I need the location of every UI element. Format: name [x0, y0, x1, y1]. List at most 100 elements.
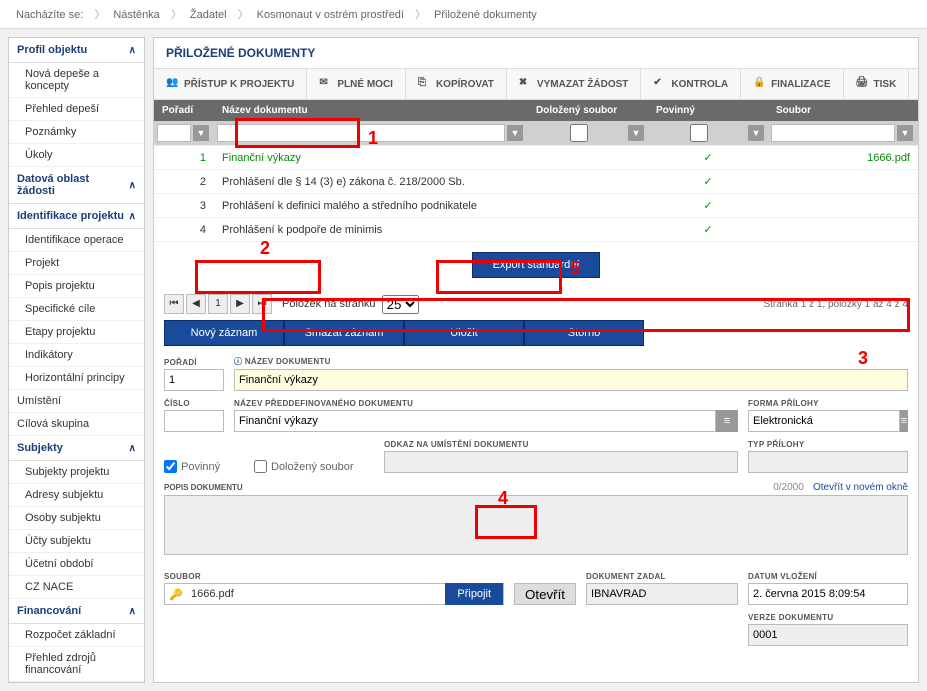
- sb-profil-objektu[interactable]: Profil objektu∧: [9, 38, 144, 63]
- sb-subjekty[interactable]: Subjekty∧: [9, 436, 144, 461]
- annotation-3: 3: [858, 348, 868, 369]
- sb-item[interactable]: Etapy projektu: [9, 321, 144, 344]
- sb-item[interactable]: Specifické cíle: [9, 298, 144, 321]
- sb-item[interactable]: Umístění: [9, 390, 144, 413]
- table-row[interactable]: 3 Prohlášení k definici malého a střední…: [154, 194, 918, 218]
- dolozeny-label: Doložený soubor: [271, 461, 354, 473]
- smazat-zaznam-button[interactable]: Smazat záznam: [284, 320, 404, 346]
- col-nazev[interactable]: Název dokumentu: [214, 100, 528, 121]
- list-icon[interactable]: ≡: [716, 410, 738, 432]
- sb-item[interactable]: Adresy subjektu: [9, 484, 144, 507]
- nazev-input[interactable]: [234, 369, 908, 391]
- filter-dolozeny[interactable]: [532, 124, 626, 142]
- sb-datova-oblast[interactable]: Datová oblast žádosti∧: [9, 167, 144, 204]
- tb-tisk[interactable]: 🖨TISK: [844, 69, 910, 99]
- table-row[interactable]: 1 Finanční výkazy ✓ 1666.pdf: [154, 146, 918, 170]
- chevron-up-icon: ∧: [129, 180, 136, 191]
- povinny-label: Povinný: [181, 461, 220, 473]
- open-new-window-link[interactable]: Otevřít v novém okně: [813, 482, 908, 493]
- filter-icon[interactable]: ▼: [628, 125, 644, 141]
- documents-grid: Pořadí Název dokumentu Doložený soubor P…: [154, 100, 918, 242]
- annotation-4: 4: [498, 488, 508, 509]
- tb-kopirovat[interactable]: ⎘KOPÍROVAT: [406, 69, 507, 99]
- tb-finalizace[interactable]: 🔒FINALIZACE: [741, 69, 843, 99]
- pager-page[interactable]: 1: [208, 294, 228, 314]
- annotation-1: 1: [368, 128, 378, 149]
- export-button[interactable]: Export standardní: [472, 252, 601, 278]
- sb-item[interactable]: Identifikace operace: [9, 229, 144, 252]
- preddef-input[interactable]: [234, 410, 716, 432]
- zadal-input: [586, 583, 738, 605]
- table-row[interactable]: 2 Prohlášení dle § 14 (3) e) zákona č. 2…: [154, 170, 918, 194]
- pripojit-button[interactable]: Připojit: [445, 583, 503, 605]
- filter-poradi[interactable]: [157, 124, 191, 142]
- sb-item[interactable]: Popis projektu: [9, 275, 144, 298]
- sb-item[interactable]: Indikátory: [9, 344, 144, 367]
- pager-label: Položek na stránku: [282, 298, 376, 310]
- typ-label: TYP PŘÍLOHY: [748, 440, 908, 449]
- chevron-up-icon: ∧: [129, 211, 136, 222]
- forma-input[interactable]: [748, 410, 900, 432]
- check-icon: ✓: [648, 170, 768, 194]
- col-povinny[interactable]: Povinný: [648, 100, 768, 121]
- col-poradi[interactable]: Pořadí: [154, 100, 214, 121]
- sb-item[interactable]: Nová depeše a koncepty: [9, 63, 144, 98]
- dolozeny-checkbox[interactable]: [254, 460, 267, 473]
- sb-item[interactable]: Subjekty projektu: [9, 461, 144, 484]
- col-soubor[interactable]: Soubor: [768, 100, 918, 121]
- sb-identifikace[interactable]: Identifikace projektu∧: [9, 204, 144, 229]
- filter-icon[interactable]: ▼: [748, 125, 764, 141]
- novy-zaznam-button[interactable]: Nový záznam: [164, 320, 284, 346]
- check-icon: ✓: [648, 146, 768, 170]
- col-dolozeny[interactable]: Doložený soubor: [528, 100, 648, 121]
- crumb[interactable]: Přiložené dokumenty: [434, 9, 537, 21]
- sb-item[interactable]: Rozpočet základní: [9, 624, 144, 647]
- popis-textarea[interactable]: [164, 495, 908, 555]
- crumb[interactable]: Nástěnka: [113, 9, 159, 21]
- filter-nazev[interactable]: [217, 124, 505, 142]
- filter-icon[interactable]: ▼: [507, 125, 523, 141]
- pager-first[interactable]: ⏮: [164, 294, 184, 314]
- tb-vymazat[interactable]: ✖VYMAZAT ŽÁDOST: [507, 69, 641, 99]
- sb-item[interactable]: Přehled zdrojů financování: [9, 647, 144, 682]
- sb-item[interactable]: Přehled depeší: [9, 98, 144, 121]
- povinny-checkbox[interactable]: [164, 460, 177, 473]
- tb-plne-moci[interactable]: ✉PLNÉ MOCI: [307, 69, 406, 99]
- breadcrumb-label: Nacházíte se:: [16, 9, 83, 21]
- sb-item[interactable]: Účty subjektu: [9, 530, 144, 553]
- odkaz-input[interactable]: [384, 451, 738, 473]
- pager-prev[interactable]: ◀: [186, 294, 206, 314]
- sb-item[interactable]: Horizontální principy: [9, 367, 144, 390]
- filter-soubor[interactable]: [771, 124, 895, 142]
- sb-item[interactable]: Projekt: [9, 252, 144, 275]
- sb-item[interactable]: Poznámky: [9, 121, 144, 144]
- tb-kontrola[interactable]: ✔KONTROLA: [641, 69, 741, 99]
- typ-input[interactable]: [748, 451, 908, 473]
- cislo-label: ČÍSLO: [164, 399, 224, 408]
- sb-item[interactable]: Cílová skupina: [9, 413, 144, 436]
- sb-item[interactable]: Osoby subjektu: [9, 507, 144, 530]
- sb-item[interactable]: CZ NACE: [9, 576, 144, 599]
- pager-size[interactable]: 25: [382, 295, 419, 314]
- ulozit-button[interactable]: Uložit: [404, 320, 524, 346]
- verze-label: VERZE DOKUMENTU: [748, 613, 908, 622]
- filter-icon[interactable]: ▼: [897, 125, 913, 141]
- filter-povinny[interactable]: [652, 124, 746, 142]
- soubor-label: SOUBOR: [164, 572, 504, 581]
- filter-icon[interactable]: ▼: [193, 125, 209, 141]
- otevrit-button[interactable]: Otevřít: [514, 583, 576, 605]
- sb-financovani[interactable]: Financování∧: [9, 599, 144, 624]
- poradi-input[interactable]: [164, 369, 224, 391]
- pager-next[interactable]: ▶: [230, 294, 250, 314]
- tb-pristup[interactable]: 👥PŘÍSTUP K PROJEKTU: [154, 69, 307, 99]
- sb-item[interactable]: Účetní období: [9, 553, 144, 576]
- storno-button[interactable]: Storno: [524, 320, 644, 346]
- sb-item[interactable]: Úkoly: [9, 144, 144, 167]
- crumb[interactable]: Žadatel: [190, 9, 227, 21]
- pager-last[interactable]: ⏭: [252, 294, 272, 314]
- chevron-up-icon: ∧: [129, 606, 136, 617]
- crumb[interactable]: Kosmonaut v ostrém prostředí: [257, 9, 404, 21]
- list-icon[interactable]: ≡: [900, 410, 908, 432]
- forma-label: FORMA PŘÍLOHY: [748, 399, 908, 408]
- cislo-input[interactable]: [164, 410, 224, 432]
